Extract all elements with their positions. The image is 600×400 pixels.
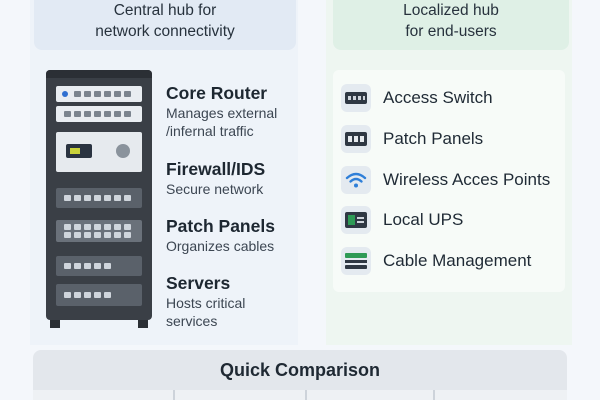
rack-label-desc: Hosts critical bbox=[166, 295, 246, 311]
router-ports-2 bbox=[64, 111, 134, 117]
main-hub-header: Central hub for network connectivity bbox=[34, 0, 296, 50]
local-item-cable-management: Cable Management bbox=[341, 246, 531, 276]
ups-icon bbox=[341, 206, 371, 234]
rack-label-desc: services bbox=[166, 313, 218, 329]
patch-panel-icon bbox=[341, 125, 371, 153]
local-item-wireless: Wireless Acces Points bbox=[341, 165, 550, 195]
rack-foot-left bbox=[50, 320, 60, 328]
cable-management-icon bbox=[341, 247, 371, 275]
server-rack-illustration bbox=[46, 70, 152, 328]
rack-top bbox=[46, 70, 152, 78]
local-item-label: Patch Panels bbox=[383, 129, 484, 148]
firewall-knob bbox=[116, 144, 130, 158]
rack-label-title: Patch Panels bbox=[166, 216, 275, 236]
local-item-label: Local UPS bbox=[383, 210, 464, 229]
comparison-cell bbox=[435, 390, 567, 400]
rack-label-core-router: Core Router Manages external /infernal t… bbox=[166, 82, 277, 140]
patch-panel-unit bbox=[56, 220, 142, 242]
comparison-cell bbox=[307, 390, 435, 400]
local-item-ups: Local UPS bbox=[341, 205, 463, 235]
switch-icon bbox=[341, 84, 371, 112]
rack-foot-right bbox=[138, 320, 148, 328]
local-item-patch-panels: Patch Panels bbox=[341, 124, 483, 154]
switch-unit bbox=[56, 188, 142, 208]
router-unit-bottom bbox=[56, 106, 142, 122]
firewall-screen bbox=[66, 144, 92, 158]
router-ports bbox=[74, 91, 134, 97]
local-item-label: Access Switch bbox=[383, 88, 493, 107]
rack-label-title: Firewall/IDS bbox=[166, 159, 266, 179]
firewall-unit bbox=[56, 132, 142, 172]
local-hub-header: Localized hub for end-users bbox=[333, 0, 569, 50]
rack-label-desc: /infernal traffic bbox=[166, 123, 254, 139]
rack-label-firewall: Firewall/IDS Secure network bbox=[166, 158, 265, 198]
local-hub-header-line2: for end-users bbox=[405, 23, 497, 40]
local-item-label: Wireless Acces Points bbox=[383, 170, 551, 189]
router-unit-top bbox=[56, 86, 142, 102]
rack-label-servers: Servers Hosts critical services bbox=[166, 272, 245, 330]
rack-label-desc: Organizes cables bbox=[166, 238, 275, 254]
main-hub-header-line2: network connectivity bbox=[95, 23, 235, 40]
local-item-label: Cable Management bbox=[383, 251, 532, 270]
rack-label-title: Core Router bbox=[166, 83, 268, 103]
rack-label-desc: Secure network bbox=[166, 181, 264, 197]
wifi-icon bbox=[341, 166, 371, 194]
comparison-title: Quick Comparison bbox=[219, 360, 381, 380]
main-hub-header-line1: Central hub for bbox=[113, 2, 217, 19]
switch-ports bbox=[64, 195, 134, 201]
local-hub-header-line1: Localized hub bbox=[403, 2, 499, 19]
rack-label-title: Servers bbox=[166, 273, 231, 293]
server-unit-1 bbox=[56, 256, 142, 276]
server-unit-2 bbox=[56, 284, 142, 306]
rack-label-desc: Manages external bbox=[166, 105, 278, 121]
comparison-cell bbox=[33, 390, 175, 400]
local-item-access-switch: Access Switch bbox=[341, 83, 493, 113]
comparison-cell bbox=[175, 390, 307, 400]
router-led bbox=[62, 91, 68, 97]
rack-label-patch-panels: Patch Panels Organizes cables bbox=[166, 215, 275, 255]
